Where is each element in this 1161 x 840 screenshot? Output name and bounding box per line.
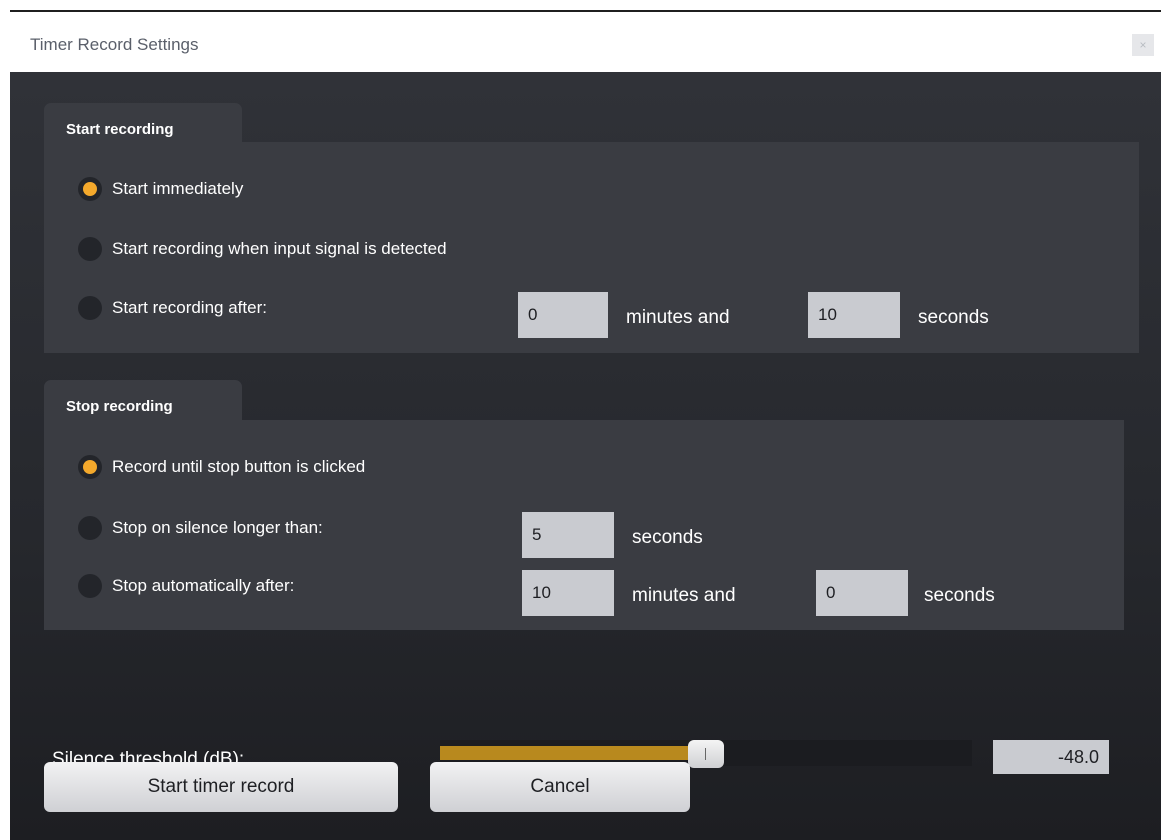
dialog-body: Start recording Start immediately Start … (10, 72, 1161, 840)
start-after-seconds-input[interactable]: 10 (808, 292, 900, 338)
close-icon[interactable]: × (1132, 34, 1154, 56)
start-immediately-radio[interactable] (78, 177, 102, 201)
stop-on-silence-label: Stop on silence longer than: (112, 518, 323, 537)
slider-handle[interactable] (688, 740, 724, 768)
start-seconds-label: seconds (918, 307, 989, 328)
auto-minutes-input[interactable]: 10 (522, 570, 614, 616)
stop-automatically-radio[interactable] (78, 574, 102, 598)
stop-on-silence-radio[interactable] (78, 516, 102, 540)
stop-automatically-label: Stop automatically after: (112, 576, 295, 595)
slider-fill (440, 746, 706, 760)
record-until-stop-radio[interactable] (78, 455, 102, 479)
record-until-stop-label: Record until stop button is clicked (112, 457, 366, 476)
auto-seconds-input[interactable]: 0 (816, 570, 908, 616)
stop-minutes-and-label: minutes and (632, 585, 736, 606)
start-on-signal-radio[interactable] (78, 237, 102, 261)
title-bar: Timer Record Settings × (10, 10, 1161, 72)
start-after-label: Start recording after: (112, 298, 267, 317)
window-title: Timer Record Settings (30, 35, 199, 54)
timer-record-window: Timer Record Settings × Start recording … (10, 10, 1161, 840)
silence-seconds-input[interactable]: 5 (522, 512, 614, 558)
start-on-signal-label: Start recording when input signal is det… (112, 239, 447, 258)
start-immediately-label: Start immediately (112, 179, 244, 198)
start-recording-title: Start recording (66, 121, 174, 138)
start-recording-group: Start immediately Start recording when i… (44, 142, 1139, 353)
cancel-button[interactable]: Cancel (430, 762, 690, 812)
silence-seconds-label: seconds (632, 527, 703, 548)
stop-recording-group: Record until stop button is clicked Stop… (44, 420, 1124, 630)
stop-seconds-label: seconds (924, 585, 995, 606)
threshold-value-field[interactable]: -48.0 (993, 740, 1109, 774)
start-timer-record-button[interactable]: Start timer record (44, 762, 398, 812)
start-after-radio[interactable] (78, 296, 102, 320)
start-minutes-and-label: minutes and (626, 307, 730, 328)
stop-recording-title: Stop recording (66, 398, 173, 415)
start-after-minutes-input[interactable]: 0 (518, 292, 608, 338)
